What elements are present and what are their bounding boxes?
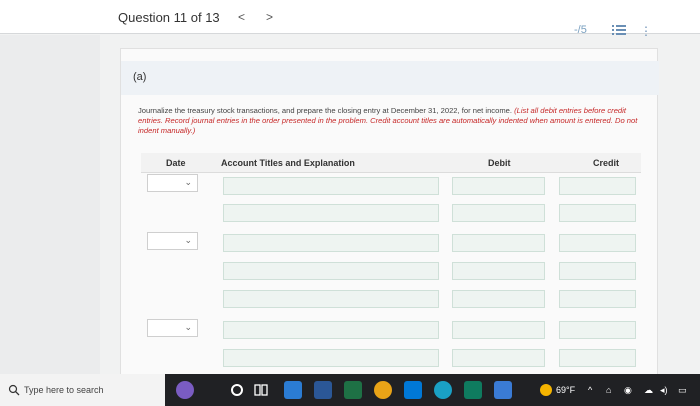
search-input[interactable] (24, 383, 154, 397)
part-label: (a) (133, 71, 147, 83)
wifi-icon[interactable]: ◉ (624, 385, 632, 396)
instructions-text: Journalize the treasury stock transactio… (138, 106, 643, 136)
app-icon-edge[interactable] (434, 381, 452, 399)
app-icon-excel[interactable] (344, 381, 362, 399)
cortana-icon[interactable] (176, 381, 194, 399)
column-header-account: Account Titles and Explanation (221, 158, 355, 168)
taskbar-search[interactable] (0, 374, 165, 406)
account-title-input[interactable] (223, 349, 439, 367)
previous-question-button[interactable]: < (238, 10, 245, 24)
credit-amount-input[interactable] (559, 177, 636, 195)
credit-amount-input[interactable] (559, 234, 636, 252)
debit-amount-input[interactable] (452, 290, 545, 308)
column-header-credit: Credit (593, 158, 620, 168)
account-title-input[interactable] (223, 177, 439, 195)
debit-amount-input[interactable] (452, 204, 545, 222)
journal-table-header: Date Account Titles and Explanation Debi… (141, 153, 641, 173)
score-label: -/5 (574, 24, 587, 36)
chevron-down-icon: ⌄ (184, 235, 192, 245)
question-part-card: (a) Journalize the treasury stock transa… (120, 48, 659, 375)
part-label-bar: (a) (121, 61, 659, 95)
weather-temp[interactable]: 69°F (556, 385, 575, 395)
account-title-input[interactable] (223, 321, 439, 339)
debit-amount-input[interactable] (452, 234, 545, 252)
question-title: Question 11 of 13 (118, 10, 220, 25)
date-select[interactable]: ⌄ (147, 319, 198, 337)
app-icon-explorer[interactable] (494, 381, 512, 399)
debit-amount-input[interactable] (452, 349, 545, 367)
more-options-icon[interactable]: ⋮ (640, 24, 652, 38)
date-select[interactable]: ⌄ (147, 174, 198, 192)
chevron-up-icon[interactable]: ^ (588, 385, 592, 395)
debit-amount-input[interactable] (452, 177, 545, 195)
credit-amount-input[interactable] (559, 349, 636, 367)
task-view-icon[interactable] (252, 381, 270, 399)
app-icon-word[interactable] (314, 381, 332, 399)
question-list-icon[interactable] (612, 25, 626, 35)
credit-amount-input[interactable] (559, 262, 636, 280)
notification-icon[interactable]: ▭ (678, 385, 687, 396)
column-header-date: Date (166, 158, 186, 168)
weather-icon[interactable] (540, 384, 552, 396)
debit-amount-input[interactable] (452, 321, 545, 339)
search-icon (8, 384, 20, 396)
left-panel (0, 35, 100, 375)
credit-amount-input[interactable] (559, 321, 636, 339)
chevron-down-icon: ⌄ (184, 322, 192, 332)
credit-amount-input[interactable] (559, 290, 636, 308)
app-icon-store[interactable] (284, 381, 302, 399)
column-header-debit: Debit (488, 158, 511, 168)
network-icon[interactable]: ⌂ (606, 385, 611, 395)
app-icon-photos[interactable] (464, 381, 482, 399)
credit-amount-input[interactable] (559, 204, 636, 222)
start-icon[interactable] (228, 381, 246, 399)
volume-icon[interactable]: ◂) (660, 385, 668, 396)
account-title-input[interactable] (223, 290, 439, 308)
account-title-input[interactable] (223, 262, 439, 280)
account-title-input[interactable] (223, 234, 439, 252)
instructions-main: Journalize the treasury stock transactio… (138, 106, 515, 115)
account-title-input[interactable] (223, 204, 439, 222)
next-question-button[interactable]: > (266, 10, 273, 24)
cloud-icon[interactable]: ☁ (644, 385, 653, 396)
app-icon-mail[interactable] (404, 381, 422, 399)
app-icon-chrome[interactable] (374, 381, 392, 399)
taskbar: 69°F ^ ⌂ ◉ ☁ ◂) ▭ (0, 374, 700, 406)
date-select[interactable]: ⌄ (147, 232, 198, 250)
chevron-down-icon: ⌄ (184, 177, 192, 187)
debit-amount-input[interactable] (452, 262, 545, 280)
question-header: Question 11 of 13 < > -/5 ⋮ (0, 0, 700, 38)
